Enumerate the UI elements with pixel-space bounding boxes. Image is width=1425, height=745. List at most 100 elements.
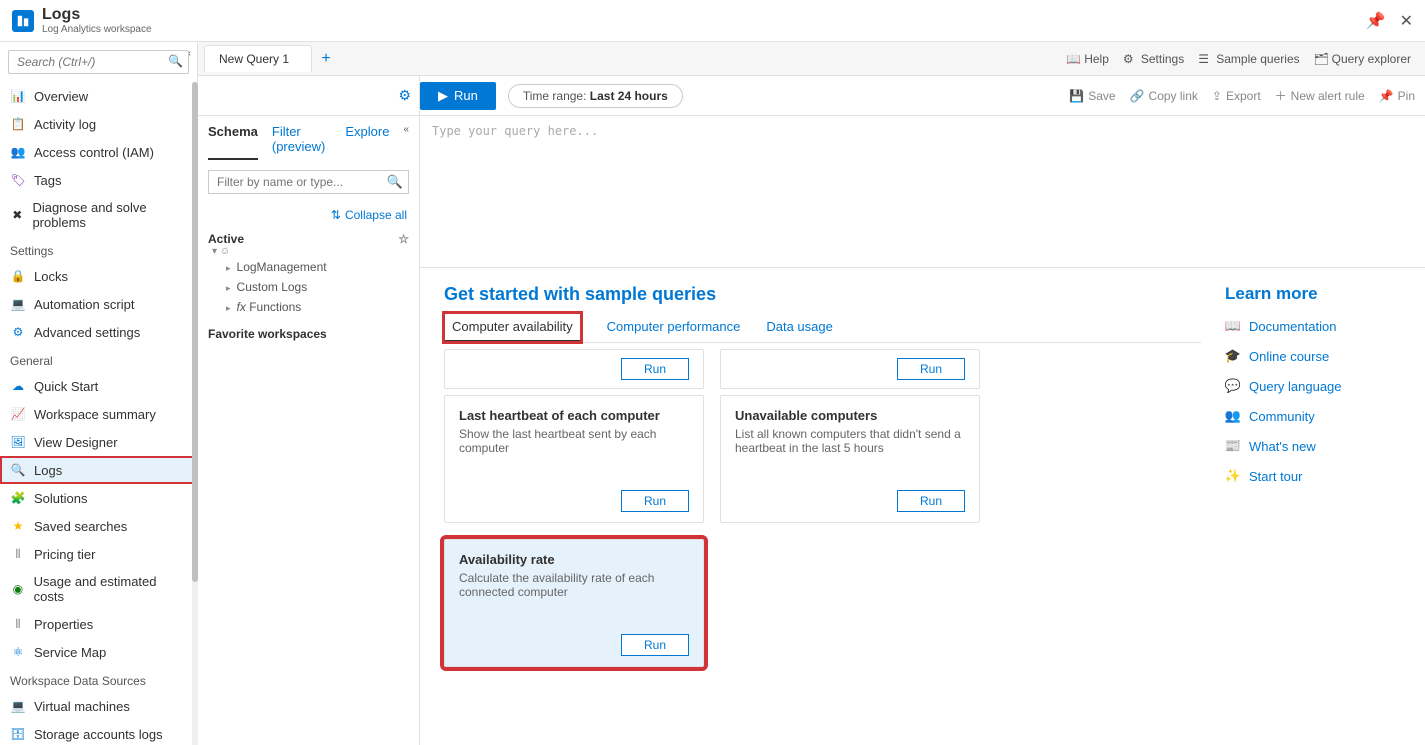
sidebar-item-activity-log[interactable]: 📋 Activity log bbox=[0, 110, 197, 138]
schema-tab-explore[interactable]: Explore bbox=[345, 124, 389, 160]
nav-icon: ⚛ bbox=[10, 644, 26, 660]
explorer-icon: 🗂 bbox=[1314, 52, 1328, 66]
collapse-all-button[interactable]: ⇅Collapse all bbox=[198, 204, 419, 226]
query-explorer-button[interactable]: 🗂Query explorer bbox=[1314, 52, 1411, 66]
pin-icon: 📌 bbox=[1379, 89, 1394, 103]
copy-link-button[interactable]: 🔗Copy link bbox=[1130, 87, 1198, 104]
run-button[interactable]: ▶Run bbox=[420, 82, 496, 110]
sidebar-item-quick-start[interactable]: ☁Quick Start bbox=[0, 372, 197, 400]
sidebar-item-view-designer[interactable]: 🖼View Designer bbox=[0, 428, 197, 456]
nav-label: Activity log bbox=[34, 117, 96, 132]
new-tab-button[interactable]: + bbox=[314, 47, 338, 71]
learn-link-icon: 💬 bbox=[1225, 378, 1241, 394]
schema-filter-input[interactable] bbox=[208, 170, 409, 194]
sidebar-item-virtual-machines[interactable]: 💻Virtual machines bbox=[0, 692, 197, 720]
samples-heading: Get started with sample queries bbox=[444, 284, 1201, 305]
list-icon: ☰ bbox=[1198, 52, 1212, 66]
sample-tab-performance[interactable]: Computer performance bbox=[607, 313, 741, 342]
nav-label: Tags bbox=[34, 173, 61, 188]
learn-link-community[interactable]: 👥Community bbox=[1225, 408, 1407, 424]
export-button[interactable]: ⇪Export bbox=[1212, 87, 1261, 104]
sidebar-item-locks[interactable]: 🔒 Locks bbox=[0, 262, 197, 290]
sample-card: Unavailable computers List all known comp… bbox=[720, 395, 980, 523]
nav-icon: 🔒 bbox=[10, 268, 26, 284]
sidebar-item-tags[interactable]: 🏷 Tags bbox=[0, 166, 197, 194]
nav-icon: 📈 bbox=[10, 406, 26, 422]
sort-icon: ⇅ bbox=[331, 208, 341, 222]
nav-label: Logs bbox=[34, 463, 62, 478]
close-icon[interactable]: ✕ bbox=[1400, 11, 1413, 31]
expand-results-icon[interactable]: ︽ bbox=[1405, 268, 1417, 269]
learn-link-what-s-new[interactable]: 📰 What's new bbox=[1225, 438, 1407, 454]
schema-node[interactable]: fx Functions bbox=[208, 297, 409, 317]
time-range-picker[interactable]: Time range: Last 24 hours bbox=[508, 84, 683, 108]
nav-label: Usage and estimated costs bbox=[34, 574, 187, 604]
favorite-workspaces-label[interactable]: Favorite workspaces bbox=[208, 327, 409, 341]
nav-label: Service Map bbox=[34, 645, 106, 660]
learn-link-label: Query language bbox=[1249, 379, 1342, 394]
query-editor[interactable]: Type your query here... bbox=[420, 116, 1425, 268]
sidebar-item-diagnose-and-solve-problems[interactable]: ✖Diagnose and solve problems bbox=[0, 194, 197, 236]
page-header: Logs Log Analytics workspace 📌 ✕ bbox=[0, 0, 1425, 42]
sample-queries-button[interactable]: ☰Sample queries bbox=[1198, 52, 1299, 66]
sample-run-button[interactable]: Run bbox=[621, 490, 689, 512]
sidebar-item-service-map[interactable]: ⚛ Service Map bbox=[0, 638, 197, 666]
new-alert-button[interactable]: ＋New alert rule bbox=[1275, 87, 1365, 104]
sidebar-item-usage-and-estimated-costs[interactable]: ◉ Usage and estimated costs bbox=[0, 568, 197, 610]
learn-link-online-course[interactable]: 🎓Online course bbox=[1225, 348, 1407, 364]
nav-icon: 💻 bbox=[10, 296, 26, 312]
nav-icon: ◉ bbox=[10, 581, 26, 597]
star-icon[interactable]: ☆ bbox=[398, 232, 409, 246]
sidebar-item-logs[interactable]: 🔍Logs bbox=[0, 456, 197, 484]
sample-run-button[interactable]: Run bbox=[897, 490, 965, 512]
pin-button[interactable]: 📌Pin bbox=[1379, 87, 1415, 104]
sample-run-button[interactable]: Run bbox=[897, 358, 965, 380]
nav-label: Access control (IAM) bbox=[34, 145, 154, 160]
sidebar-scrollbar[interactable] bbox=[192, 82, 198, 745]
collapse-schema-icon[interactable]: « bbox=[403, 124, 409, 160]
sidebar-item-properties[interactable]: ⦀Properties bbox=[0, 610, 197, 638]
sample-run-button[interactable]: Run bbox=[621, 358, 689, 380]
schema-node[interactable]: Custom Logs bbox=[208, 277, 409, 297]
nav-label: Locks bbox=[34, 269, 68, 284]
save-button[interactable]: 💾Save bbox=[1069, 87, 1115, 104]
help-button[interactable]: 📖Help bbox=[1066, 52, 1109, 66]
sidebar-item-pricing-tier[interactable]: ⦀Pricing tier bbox=[0, 540, 197, 568]
learn-link-label: What's new bbox=[1249, 439, 1316, 454]
sample-tab-datausage[interactable]: Data usage bbox=[766, 313, 833, 342]
schema-tab-filter[interactable]: Filter (preview) bbox=[272, 124, 331, 160]
link-icon: 🔗 bbox=[1130, 89, 1145, 103]
card-title: Last heartbeat of each computer bbox=[459, 408, 689, 423]
card-desc: List all known computers that didn't sen… bbox=[735, 427, 965, 472]
learn-link-documentation[interactable]: 📖Documentation bbox=[1225, 318, 1407, 334]
sidebar-item-saved-searches[interactable]: ★Saved searches bbox=[0, 512, 197, 540]
learn-link-icon: 📰 bbox=[1225, 438, 1241, 454]
nav-icon: 🏷 bbox=[10, 172, 26, 188]
sidebar-item-overview[interactable]: 📊Overview bbox=[0, 82, 197, 110]
sidebar-item-advanced-settings[interactable]: ⚙Advanced settings bbox=[0, 318, 197, 346]
sidebar-item-automation-script[interactable]: 💻Automation script bbox=[0, 290, 197, 318]
sidebar-item-storage-accounts-logs[interactable]: 🗄Storage accounts logs bbox=[0, 720, 197, 745]
nav-label: Solutions bbox=[34, 491, 87, 506]
sample-run-button[interactable]: Run bbox=[621, 634, 689, 656]
nav-label: View Designer bbox=[34, 435, 118, 450]
nav-label: Storage accounts logs bbox=[34, 727, 163, 742]
settings-button[interactable]: ⚙Settings bbox=[1123, 52, 1184, 66]
sidebar-item-workspace-summary[interactable]: 📈 Workspace summary bbox=[0, 400, 197, 428]
sidebar-item-solutions[interactable]: 🧩Solutions bbox=[0, 484, 197, 512]
sidebar-item-access-control-iam-[interactable]: 👥Access control (IAM) bbox=[0, 138, 197, 166]
query-tab[interactable]: New Query 1 bbox=[204, 45, 312, 72]
nav-label: Workspace summary bbox=[34, 407, 156, 422]
play-icon: ▶ bbox=[438, 88, 448, 104]
pin-icon[interactable]: 📌 bbox=[1366, 11, 1386, 31]
nav-icon: 📋 bbox=[10, 116, 26, 132]
schema-tab-schema[interactable]: Schema bbox=[208, 124, 258, 160]
filter-toggle-icon[interactable]: ⚙ bbox=[398, 87, 411, 104]
sidebar-search-input[interactable] bbox=[8, 50, 189, 74]
card-title: Unavailable computers bbox=[735, 408, 965, 423]
schema-node[interactable]: LogManagement bbox=[208, 257, 409, 277]
learn-link-start-tour[interactable]: ✨Start tour bbox=[1225, 468, 1407, 484]
learn-link-query-language[interactable]: 💬 Query language bbox=[1225, 378, 1407, 394]
sample-tab-availability[interactable]: Computer availability bbox=[444, 313, 581, 342]
page-subtitle: Log Analytics workspace bbox=[42, 24, 152, 35]
